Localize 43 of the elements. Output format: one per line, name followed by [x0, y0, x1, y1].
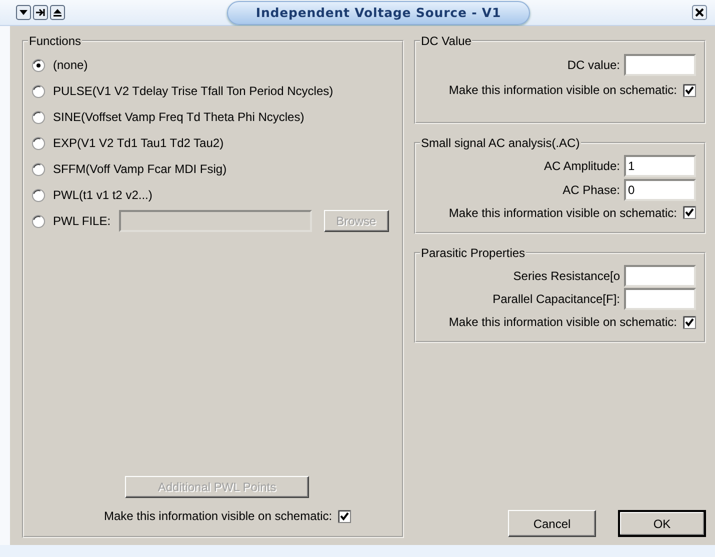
input-field[interactable]	[624, 264, 696, 287]
input-field[interactable]: 0	[624, 178, 696, 201]
group-title: Small signal AC analysis(.AC)	[421, 136, 580, 150]
radio-option[interactable]: (none)	[32, 58, 88, 72]
radio-option[interactable]: PWL FILE:	[32, 214, 111, 228]
window-title: Independent Voltage Source - V1	[226, 0, 530, 24]
field-label: AC Phase:	[562, 182, 620, 197]
radio-option[interactable]: SINE(Voffset Vamp Freq Td Theta Phi Ncycles)	[32, 110, 304, 124]
radio-icon[interactable]	[32, 84, 45, 98]
checkbox-label: Make this information visible on schematic:	[448, 206, 677, 220]
checkbox-label: Make this information visible on schematic:	[448, 83, 677, 97]
input-field[interactable]	[624, 54, 696, 76]
radio-icon[interactable]	[32, 58, 45, 72]
checkbox-label: Make this information visible on schematic:	[448, 315, 677, 330]
field-label: DC value:	[567, 58, 620, 72]
dialog-button[interactable]: OK	[618, 510, 706, 537]
radio-icon[interactable]	[32, 162, 45, 176]
close-icon[interactable]	[692, 5, 707, 20]
pin-icon[interactable]	[33, 5, 48, 20]
input-field[interactable]	[624, 288, 696, 310]
radio-option[interactable]: EXP(V1 V2 Td1 Tau1 Td2 Tau2)	[32, 136, 224, 150]
checkbox[interactable]	[683, 84, 696, 96]
radio-option[interactable]: PULSE(V1 V2 Tdelay Trise Tfall Ton Period Ncycles)	[32, 84, 334, 98]
menu-icon[interactable]	[16, 5, 31, 20]
radio-icon[interactable]	[32, 214, 45, 228]
field-label: Parallel Capacitance[F]:	[492, 292, 620, 306]
checkbox[interactable]	[338, 510, 352, 522]
radio-icon[interactable]	[32, 110, 45, 124]
eject-icon[interactable]	[50, 5, 65, 20]
radio-icon[interactable]	[32, 136, 45, 150]
group-title: Functions	[29, 34, 82, 48]
checkbox-label: Make this information visible on schematic:	[104, 509, 332, 523]
checkbox[interactable]	[683, 316, 696, 329]
radio-icon[interactable]	[32, 188, 45, 202]
radio-option[interactable]: SFFM(Voff Vamp Fcar MDI Fsig)	[32, 162, 227, 176]
field-label: Series Resistance[o	[513, 268, 620, 283]
group-title: DC Value	[421, 34, 472, 48]
checkbox[interactable]	[683, 206, 696, 220]
input-field[interactable]: 1	[624, 154, 696, 177]
field-label: AC Amplitude:	[544, 158, 620, 173]
dialog-button[interactable]: Cancel	[508, 510, 596, 537]
radio-option[interactable]: PWL(t1 v1 t2 v2...)	[32, 188, 152, 202]
group-title: Parasitic Properties	[421, 246, 526, 260]
